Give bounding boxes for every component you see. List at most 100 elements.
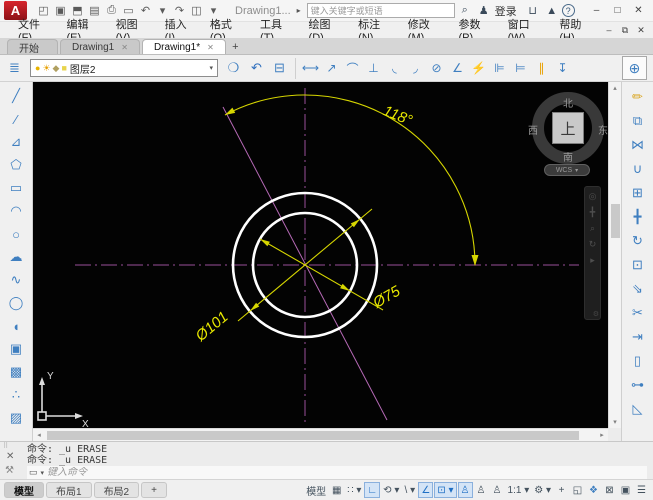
crosshair-toggle-icon[interactable]: + <box>554 482 569 498</box>
array-icon[interactable]: ⊞ <box>626 182 650 204</box>
layout-tab-new[interactable]: + <box>141 482 167 498</box>
polyline-icon[interactable]: ⊿ <box>4 131 28 153</box>
chevron-down-icon[interactable]: ▾ <box>209 64 213 72</box>
autoscale-icon[interactable]: ♙ <box>474 482 489 498</box>
tab-close-icon[interactable]: ✕ <box>121 43 128 52</box>
ellipse-arc-icon[interactable]: ◖ <box>4 315 28 337</box>
scale-value-button[interactable]: 1:1 ▾ <box>506 482 532 498</box>
drawing-canvas[interactable]: 118° Ø101 Ø75 Y X 北 南 西 东 上 WCS ▾ ◎ ╋ ⌕ … <box>33 82 608 428</box>
viewcube-west[interactable]: 西 <box>522 122 544 137</box>
scroll-right-icon[interactable]: ▸ <box>596 429 608 441</box>
dim-space-icon[interactable]: ∥ <box>531 57 552 80</box>
dim-aligned-icon[interactable]: ↗ <box>321 57 342 80</box>
dim-diameter-icon[interactable]: ⊘ <box>426 57 447 80</box>
scroll-up-icon[interactable]: ▴ <box>609 82 621 94</box>
revcloud-icon[interactable]: ☁ <box>4 246 28 268</box>
layer-previous-button[interactable]: ↶ <box>245 57 268 80</box>
dim-radius-icon[interactable]: ◟ <box>384 57 405 80</box>
join-icon[interactable]: ⊶ <box>626 374 650 396</box>
vertical-scroll-thumb[interactable] <box>611 204 620 238</box>
dim-ordinate-icon[interactable]: ⊥ <box>363 57 384 80</box>
snap-icon[interactable]: ∷ ▾ <box>345 482 363 498</box>
showmotion-icon[interactable]: ▸ <box>590 256 595 265</box>
dim-break-icon[interactable]: ↧ <box>552 57 573 80</box>
dim-continue-icon[interactable]: ⊨ <box>510 57 531 80</box>
fullscreen-icon[interactable]: ▣ <box>618 482 633 498</box>
spline-icon[interactable]: ∿ <box>4 269 28 291</box>
rectangle-icon[interactable]: ▭ <box>4 177 28 199</box>
mirror-icon[interactable]: ⋈ <box>626 134 650 156</box>
erase-icon[interactable]: ✏ <box>626 86 650 108</box>
polygon-icon[interactable]: ⬠ <box>4 154 28 176</box>
layout-tab-1[interactable]: 布局1 <box>46 482 92 498</box>
make-block-icon[interactable]: ▩ <box>4 361 28 383</box>
arc-icon[interactable]: ◠ <box>4 200 28 222</box>
polar-tracking-icon[interactable]: ⟲ ▾ <box>381 482 401 498</box>
ortho-icon[interactable]: ∟ <box>364 482 381 498</box>
dim-baseline-icon[interactable]: ⊫ <box>489 57 510 80</box>
close-button[interactable]: ✕ <box>628 2 649 19</box>
isodraft-icon[interactable]: \ ▾ <box>402 482 417 498</box>
object-snap-tracking-icon[interactable]: ∠ <box>418 482 434 498</box>
outer-diameter-text[interactable]: Ø101 <box>192 308 232 345</box>
annotation-visibility-icon[interactable]: ♙ <box>457 482 473 498</box>
scale-icon[interactable]: ⊡ <box>626 254 650 276</box>
circle-icon[interactable]: ○ <box>4 223 28 245</box>
workspace-gear-icon[interactable]: ⚙ ▾ <box>532 482 553 498</box>
scroll-left-icon[interactable]: ◂ <box>33 429 45 441</box>
layout-tab-2[interactable]: 布局2 <box>93 482 140 498</box>
status-model-button[interactable]: 模型 <box>304 482 328 498</box>
extend-icon[interactable]: ⇥ <box>626 326 650 348</box>
command-options-icon[interactable]: ▭ <box>29 467 38 478</box>
orbit-icon[interactable]: ↻ <box>589 240 597 249</box>
viewcube-top-face[interactable]: 上 <box>552 112 584 144</box>
layer-properties-button[interactable]: ≣ <box>3 57 26 80</box>
graphics-performance-icon[interactable]: ❖ <box>586 482 601 498</box>
pan-icon[interactable]: ╋ <box>590 208 595 217</box>
new-tab-button[interactable]: + <box>228 39 243 54</box>
command-panel-grip[interactable]: ⠿ <box>3 442 8 450</box>
maximize-button[interactable]: □ <box>607 2 628 19</box>
center-mark-button[interactable]: ⊕ <box>622 56 647 80</box>
dim-arclength-icon[interactable]: ⌒ <box>342 57 363 80</box>
dim-quick-icon[interactable]: ⚡ <box>468 57 489 80</box>
move-icon[interactable]: ╋ <box>626 206 650 228</box>
dim-angular-icon[interactable]: ∠ <box>447 57 468 80</box>
object-snap-icon[interactable]: ⊡ ▾ <box>434 482 457 498</box>
isolate-objects-icon[interactable]: ◱ <box>570 482 585 498</box>
annotation-scale-icon[interactable]: ♙ <box>490 482 505 498</box>
dim-jogged-icon[interactable]: ◞ <box>405 57 426 80</box>
layer-dropdown[interactable]: ● ☀ ◆ ■ 图层2 ▾ <box>30 59 218 77</box>
title-expand-arrow-icon[interactable]: ▸ <box>297 6 301 15</box>
grid-icon[interactable]: ▦ <box>329 482 344 498</box>
customization-menu-icon[interactable]: ☰ <box>634 482 649 498</box>
copy-icon[interactable]: ⧉ <box>626 110 650 132</box>
viewcube-north[interactable]: 北 <box>557 95 579 110</box>
horizontal-scroll-thumb[interactable] <box>47 431 579 440</box>
mdi-minimize-button[interactable]: – <box>601 23 617 37</box>
offset-icon[interactable]: ∪ <box>626 158 650 180</box>
file-tab-start[interactable]: 开始 <box>7 39 58 55</box>
mdi-close-button[interactable]: ✕ <box>633 23 649 37</box>
wcs-dropdown[interactable]: WCS ▾ <box>544 164 590 176</box>
horizontal-scrollbar[interactable]: ◂ ▸ <box>33 428 608 441</box>
file-tab-drawing1[interactable]: Drawing1 ✕ <box>60 39 140 54</box>
layer-states-button[interactable]: ⊟ <box>268 57 291 80</box>
mdi-restore-button[interactable]: ⧉ <box>617 23 633 37</box>
tab-close-icon[interactable]: ✕ <box>207 43 214 52</box>
hatch-icon[interactable]: ▨ <box>4 407 28 429</box>
command-customize-wrench-icon[interactable]: ⚒ <box>5 465 14 476</box>
chevron-down-icon[interactable]: ▾ <box>41 469 45 477</box>
command-input[interactable] <box>47 467 645 478</box>
angle-dimension-text[interactable]: 118° <box>381 102 415 129</box>
command-panel-close-icon[interactable]: ✕ <box>6 451 14 462</box>
ellipse-icon[interactable]: ◯ <box>4 292 28 314</box>
viewcube-east[interactable]: 东 <box>592 122 608 137</box>
file-tab-drawing1-modified[interactable]: Drawing1* ✕ <box>141 39 226 54</box>
viewcube-south[interactable]: 南 <box>557 149 579 164</box>
rotate-icon[interactable]: ↻ <box>626 230 650 252</box>
dim-linear-icon[interactable]: ⟷ <box>300 57 321 80</box>
chamfer-icon[interactable]: ◺ <box>626 398 650 420</box>
stretch-icon[interactable]: ⇘ <box>626 278 650 300</box>
zoom-icon[interactable]: ⌕ <box>590 224 595 233</box>
